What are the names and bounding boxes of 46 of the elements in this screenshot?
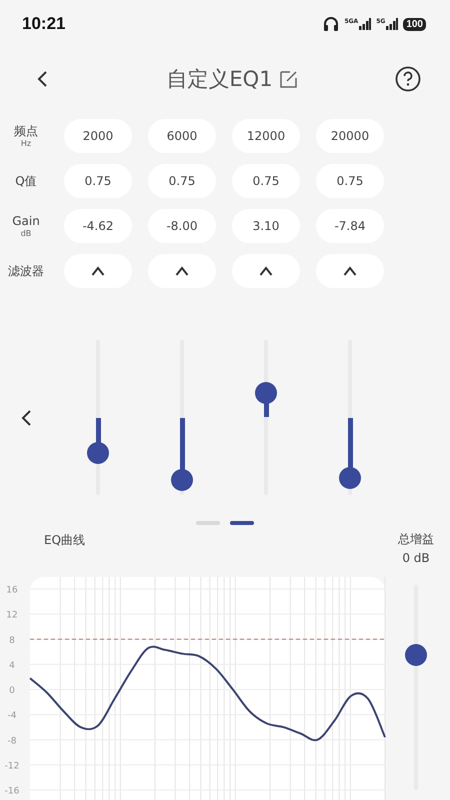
- battery-level: 100: [403, 18, 426, 30]
- previous-icon[interactable]: [20, 408, 32, 426]
- value-field[interactable]: 3.10: [232, 209, 300, 243]
- gain-label: 总增益: [398, 531, 434, 548]
- value-field[interactable]: -7.84: [316, 209, 384, 243]
- gain-reading: 0 dB: [402, 551, 430, 565]
- clock-time: 10:21: [22, 14, 66, 34]
- value-field[interactable]: 2000: [64, 119, 132, 153]
- axis-tick-label: -16: [4, 786, 20, 796]
- row-label: Gain: [12, 214, 40, 228]
- value-field[interactable]: 12000: [232, 119, 300, 153]
- axis-tick-label: 4: [9, 660, 15, 671]
- axis-tick-label: 0: [9, 686, 15, 696]
- edit-icon[interactable]: [278, 69, 299, 89]
- axis-tick-label: 16: [6, 586, 18, 596]
- help-icon[interactable]: [394, 66, 421, 92]
- axis-tick-label: 12: [6, 610, 18, 621]
- page-indicator[interactable]: [230, 521, 254, 525]
- value-field[interactable]: -4.62: [64, 209, 132, 243]
- row-label: Q值: [15, 174, 37, 188]
- peak-filter-icon: [175, 266, 189, 276]
- value-field[interactable]: -8.00: [148, 209, 216, 243]
- value-field[interactable]: 0.75: [148, 164, 216, 198]
- value-field[interactable]: 0.75: [232, 164, 300, 198]
- peak-filter-icon: [343, 266, 357, 276]
- gain-slider-thumb[interactable]: [405, 644, 427, 666]
- value-field[interactable]: 6000: [148, 119, 216, 153]
- value-field[interactable]: 0.75: [64, 164, 132, 198]
- axis-tick-label: -8: [8, 736, 16, 746]
- gain-slider-track[interactable]: [405, 585, 427, 790]
- chart-title: EQ曲线: [44, 532, 86, 549]
- axis-tick-label: -4: [8, 711, 16, 722]
- headphones-icon: [323, 17, 340, 31]
- value-field[interactable]: 20000: [316, 119, 384, 153]
- axis-tick-label: -12: [4, 761, 20, 772]
- peak-filter-icon: [259, 266, 273, 276]
- value-field[interactable]: 0.75: [316, 164, 384, 198]
- row-label: 频点: [14, 124, 38, 138]
- axis-tick-label: 8: [9, 636, 15, 646]
- row-label: 滤波器: [8, 264, 44, 278]
- page-title: 自定义EQ1: [166, 66, 273, 93]
- peak-filter-icon: [91, 266, 105, 276]
- unit-label: dB: [20, 228, 32, 238]
- signal-icon: [386, 18, 398, 30]
- signal-icon: [359, 18, 372, 30]
- unit-label: Hz: [20, 138, 32, 148]
